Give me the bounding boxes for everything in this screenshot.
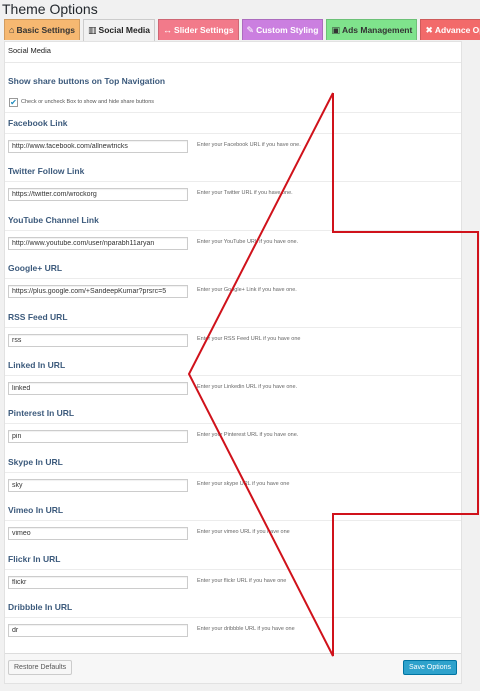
flickr-in-url-input[interactable]	[8, 576, 188, 589]
chart-icon: ▥	[88, 25, 97, 35]
options-panel: Social Media Show share buttons on Top N…	[4, 41, 462, 684]
tab-social-media[interactable]: ▥ Social Media	[83, 19, 156, 41]
divider	[5, 112, 461, 113]
facebook-link-label: Facebook Link	[8, 118, 68, 128]
pinterest-in-url-hint: Enter your Pinterest URL if you have one…	[197, 432, 299, 438]
linked-in-url-hint: Enter your Linkedin URL if you have one.	[197, 384, 298, 390]
linked-in-url-label: Linked In URL	[8, 360, 66, 370]
save-options-button[interactable]: Save Options	[402, 660, 457, 675]
divider	[5, 133, 461, 134]
page-title: Theme Options	[2, 1, 98, 17]
vimeo-in-url-hint: Enter your vimeo URL if you have one	[197, 529, 290, 535]
divider	[5, 520, 461, 521]
divider	[5, 230, 461, 231]
twitter-follow-link-hint: Enter your Twitter URL if you have one.	[197, 190, 293, 196]
restore-defaults-button[interactable]: Restore Defaults	[8, 660, 73, 675]
divider	[5, 375, 461, 376]
divider	[5, 327, 461, 328]
youtube-channel-link-input[interactable]	[8, 237, 188, 250]
palette-icon: ✎	[246, 25, 255, 35]
flickr-in-url-hint: Enter your flickr URL if you have one	[197, 578, 287, 584]
share-buttons-checkbox[interactable]: ✔	[9, 98, 18, 107]
google-url-label: Google+ URL	[8, 263, 63, 273]
youtube-channel-link-hint: Enter your YouTube URL if you have one.	[197, 239, 299, 245]
tab-label: Basic Settings	[16, 25, 76, 35]
section-title: Social Media	[8, 46, 51, 55]
tab-label: Custom Styling	[256, 25, 319, 35]
skype-in-url-label: Skype In URL	[8, 457, 63, 467]
dribbble-in-url-label: Dribbble In URL	[8, 602, 73, 612]
tab-slider-settings[interactable]: ↔ Slider Settings	[158, 19, 239, 40]
divider	[5, 62, 461, 63]
vimeo-in-url-input[interactable]	[8, 527, 188, 540]
tab-label: Advance Options	[434, 25, 480, 35]
pinterest-in-url-label: Pinterest In URL	[8, 408, 75, 418]
google-url-hint: Enter your Google+ Link if you have one.	[197, 287, 297, 293]
dribbble-in-url-input[interactable]	[8, 624, 188, 637]
tab-label: Social Media	[98, 25, 151, 35]
tab-bar: ⌂ Basic Settings ▥ Social Media ↔ Slider Sett…	[4, 19, 480, 41]
divider	[5, 181, 461, 182]
tools-icon: ✖	[425, 25, 433, 35]
home-icon: ⌂	[9, 25, 15, 35]
rss-feed-url-label: RSS Feed URL	[8, 312, 68, 322]
ads-icon: ▣	[331, 25, 340, 35]
tab-label: Slider Settings	[174, 25, 234, 35]
divider	[5, 617, 461, 618]
divider	[5, 278, 461, 279]
tab-advance-options[interactable]: ✖Advance Options	[420, 19, 480, 40]
rss-feed-url-hint: Enter your RSS Feed URL if you have one	[197, 336, 301, 342]
google-url-input[interactable]	[8, 285, 188, 298]
rss-feed-url-input[interactable]	[8, 334, 188, 347]
options-footer: Restore Defaults Save Options	[5, 653, 461, 683]
checkmark-icon: ✔	[10, 98, 17, 107]
divider	[5, 423, 461, 424]
tab-basic-settings[interactable]: ⌂ Basic Settings	[4, 19, 81, 40]
checkbox-label: Check or uncheck Box to show and hide sh…	[21, 99, 154, 105]
skype-in-url-hint: Enter your skype URL if you have one	[197, 481, 290, 487]
facebook-link-hint: Enter your Facebook URL if you have one.	[197, 142, 301, 148]
linked-in-url-input[interactable]	[8, 382, 188, 395]
tab-custom-styling[interactable]: ✎ Custom Styling	[241, 19, 324, 40]
dribbble-in-url-hint: Enter your dribbble URL if you have one	[197, 626, 295, 632]
divider	[5, 472, 461, 473]
flickr-in-url-label: Flickr In URL	[8, 554, 61, 564]
slider-icon: ↔	[163, 25, 173, 35]
youtube-channel-link-label: YouTube Channel Link	[8, 215, 99, 225]
facebook-link-input[interactable]	[8, 140, 188, 153]
pinterest-in-url-input[interactable]	[8, 430, 188, 443]
top-nav-label: Show share buttons on Top Navigation	[8, 76, 166, 86]
twitter-follow-link-input[interactable]	[8, 188, 188, 201]
skype-in-url-input[interactable]	[8, 479, 188, 492]
divider	[5, 569, 461, 570]
twitter-follow-link-label: Twitter Follow Link	[8, 166, 85, 176]
tab-ads-management[interactable]: ▣ Ads Management	[326, 19, 418, 40]
vimeo-in-url-label: Vimeo In URL	[8, 505, 64, 515]
tab-label: Ads Management	[341, 25, 413, 35]
